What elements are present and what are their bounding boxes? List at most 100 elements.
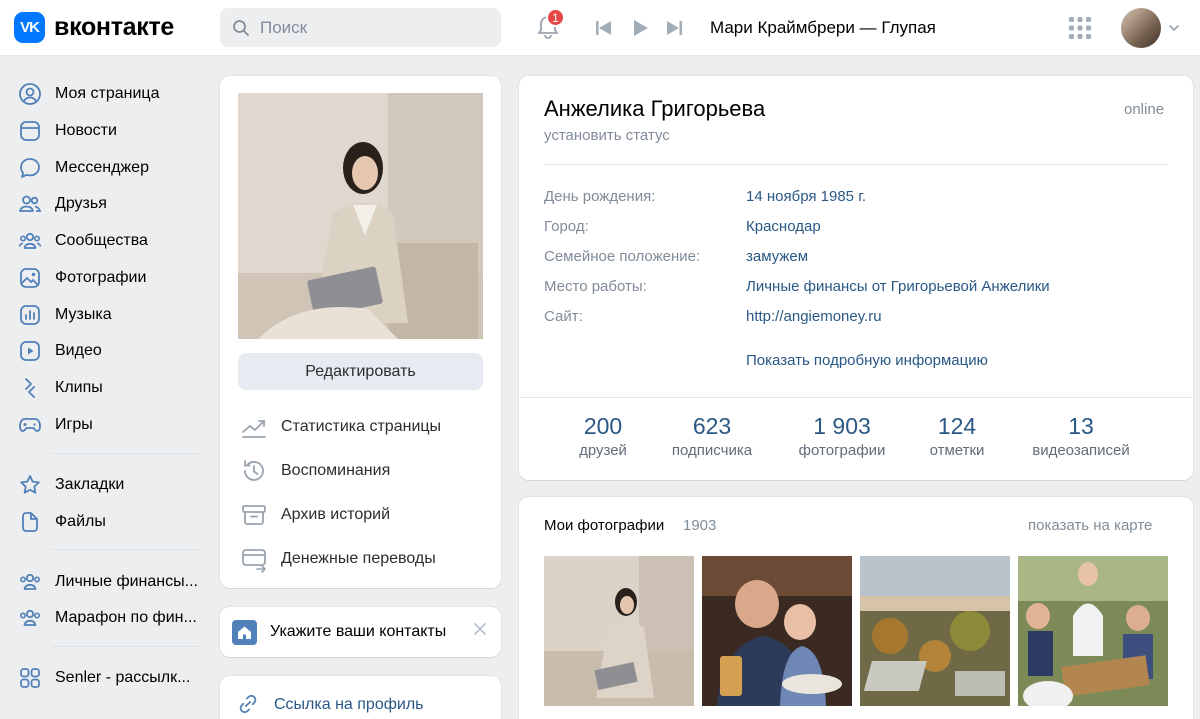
- page-statistics-link[interactable]: Статистика страницы: [240, 413, 441, 441]
- play-icon[interactable]: [630, 18, 650, 38]
- photo-icon: [20, 268, 40, 288]
- link-icon: [239, 694, 257, 714]
- action-label: Денежные переводы: [281, 550, 436, 567]
- sidebar-item-label: Новости: [55, 122, 117, 139]
- previous-track-icon[interactable]: [594, 18, 614, 38]
- sidebar-item-news[interactable]: Новости: [18, 118, 117, 144]
- stat-followers[interactable]: 623 подписчика: [662, 413, 762, 459]
- now-playing-track[interactable]: Мари Краймбрери — Глупая: [710, 18, 936, 38]
- news-icon: [20, 121, 40, 141]
- info-divider: [544, 164, 1168, 165]
- chevron-down-icon[interactable]: [1168, 22, 1180, 34]
- profile-photo[interactable]: [238, 93, 483, 339]
- contacts-prompt-text: Укажите ваши контакты: [270, 623, 447, 640]
- sidebar-item-video[interactable]: Видео: [18, 338, 102, 364]
- archive-icon: [242, 505, 266, 525]
- gamepad-icon: [19, 418, 41, 432]
- photo-thumbnail-image: [860, 556, 1010, 706]
- info-label-site: Сайт:: [544, 308, 583, 325]
- photo-thumbnail[interactable]: [1018, 556, 1168, 706]
- stats-icon: [242, 420, 266, 438]
- sidebar-item-label: Файлы: [55, 513, 106, 530]
- vk-logo-icon: VK: [14, 12, 45, 43]
- file-icon: [22, 512, 38, 532]
- stat-friends[interactable]: 200 друзей: [568, 413, 638, 459]
- top-header: VK вконтакте 1 Мари Краймбрери — Глупая: [0, 0, 1200, 56]
- stat-caption: фотографии: [798, 442, 886, 459]
- vk-logo[interactable]: VK вконтакте: [14, 12, 174, 43]
- sidebar-item-games[interactable]: Игры: [18, 412, 93, 438]
- show-more-info-link[interactable]: Показать подробную информацию: [746, 352, 988, 369]
- my-photos-count: 1903: [683, 517, 717, 534]
- menu-divider: [52, 549, 198, 550]
- info-value-site[interactable]: http://angiemoney.ru: [746, 308, 882, 325]
- profile-link[interactable]: Ссылка на профиль: [274, 696, 424, 714]
- sidebar-item-label: Личные финансы...: [55, 573, 198, 590]
- photo-thumbnail[interactable]: [544, 556, 694, 706]
- photo-thumbnail[interactable]: [702, 556, 852, 706]
- sidebar-item-label: Мессенджер: [55, 159, 149, 176]
- online-status: online: [1124, 101, 1165, 118]
- my-photos-title[interactable]: Мои фотографии: [544, 517, 664, 534]
- edit-profile-button[interactable]: Редактировать: [238, 353, 483, 390]
- video-icon: [20, 341, 40, 361]
- sidebar-item-clips[interactable]: Клипы: [18, 375, 103, 401]
- stat-videos[interactable]: 13 видеозаписей: [1022, 413, 1140, 459]
- next-track-icon[interactable]: [664, 18, 684, 38]
- action-label: Статистика страницы: [281, 418, 442, 435]
- vk-logo-text: вконтакте: [54, 13, 175, 41]
- sidebar-item-marathon-group[interactable]: Марафон по фин...: [18, 605, 197, 631]
- stat-caption: подписчика: [671, 442, 753, 459]
- action-label: Архив историй: [281, 506, 391, 523]
- close-icon[interactable]: [473, 622, 487, 636]
- memories-link[interactable]: Воспоминания: [240, 457, 390, 485]
- search-box[interactable]: [220, 8, 501, 47]
- group-icon: [19, 573, 40, 590]
- friends-icon: [19, 195, 42, 212]
- sidebar-item-label: Senler - рассылк...: [55, 669, 191, 686]
- sidebar-item-label: Игры: [55, 416, 93, 433]
- communities-icon: [18, 232, 42, 249]
- stat-tags[interactable]: 124 отметки: [922, 413, 992, 459]
- info-label-birthday: День рождения:: [544, 188, 656, 205]
- sidebar-item-communities[interactable]: Сообщества: [18, 228, 148, 254]
- money-transfers-link[interactable]: Денежные переводы: [240, 545, 436, 573]
- action-label: Воспоминания: [281, 462, 391, 479]
- info-value-city[interactable]: Краснодар: [746, 218, 821, 235]
- info-value-relationship[interactable]: замужем: [746, 248, 808, 265]
- sidebar-item-files[interactable]: Файлы: [18, 509, 106, 535]
- sidebar-item-bookmarks[interactable]: Закладки: [18, 472, 124, 498]
- sidebar-item-label: Друзья: [55, 195, 107, 212]
- user-avatar[interactable]: [1121, 8, 1161, 48]
- music-icon: [20, 305, 40, 325]
- money-transfer-icon: [242, 549, 267, 573]
- sidebar-item-photos[interactable]: Фотографии: [18, 265, 146, 291]
- photo-thumbnail[interactable]: [860, 556, 1010, 706]
- star-icon: [20, 475, 40, 494]
- info-value-birthday[interactable]: 14 ноября 1985 г.: [746, 188, 866, 205]
- search-input[interactable]: [260, 17, 480, 38]
- set-status-link[interactable]: установить статус: [544, 127, 670, 144]
- stat-number: 1 903: [813, 413, 871, 439]
- sidebar-item-messenger[interactable]: Мессенджер: [18, 155, 149, 181]
- sidebar-item-friends[interactable]: Друзья: [18, 191, 107, 217]
- user-circle-icon: [19, 83, 41, 105]
- sidebar-item-label: Сообщества: [55, 232, 148, 249]
- sidebar-item-label: Фотографии: [55, 269, 147, 286]
- stat-caption: отметки: [929, 442, 985, 459]
- sidebar-item-my-page[interactable]: Моя страница: [18, 81, 159, 107]
- stories-archive-link[interactable]: Архив историй: [240, 501, 390, 529]
- services-grid-icon[interactable]: [1068, 16, 1092, 40]
- info-label-work: Место работы:: [544, 278, 647, 295]
- info-value-work[interactable]: Личные финансы от Григорьевой Анжелики: [746, 278, 1050, 295]
- history-icon: [244, 460, 264, 481]
- profile-name: Анжелика Григорьева: [544, 96, 766, 121]
- search-icon: [233, 19, 249, 36]
- sidebar-item-music[interactable]: Музыка: [18, 302, 112, 328]
- sidebar-item-senler-app[interactable]: Senler - рассылк...: [18, 665, 190, 691]
- sidebar-item-label: Музыка: [55, 306, 112, 323]
- menu-divider: [52, 646, 198, 647]
- show-on-map-link[interactable]: показать на карте: [1028, 517, 1152, 534]
- stat-photos[interactable]: 1 903 фотографии: [790, 413, 894, 459]
- sidebar-item-personal-finance-group[interactable]: Личные финансы...: [18, 569, 198, 595]
